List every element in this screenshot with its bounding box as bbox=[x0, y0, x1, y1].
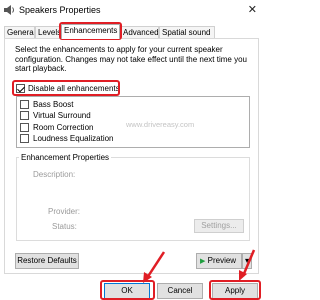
watermark: www.drivereasy.com bbox=[126, 120, 195, 129]
preview-button[interactable]: ▶ Preview bbox=[196, 253, 242, 269]
status-label: Status: bbox=[52, 222, 77, 231]
preview-dropdown-button[interactable]: ▾ bbox=[242, 253, 252, 269]
close-icon[interactable]: ✕ bbox=[248, 3, 257, 16]
cancel-button[interactable]: Cancel bbox=[157, 283, 203, 299]
list-item[interactable]: Bass Boost bbox=[33, 100, 73, 109]
preview-label: Preview bbox=[207, 256, 237, 265]
tab-enhancements[interactable]: Enhancements bbox=[61, 24, 120, 39]
bass-boost-checkbox[interactable] bbox=[20, 100, 29, 109]
disable-all-checkbox[interactable] bbox=[16, 84, 25, 93]
tab-general[interactable]: General bbox=[4, 26, 35, 38]
loudness-equalization-checkbox[interactable] bbox=[20, 134, 29, 143]
room-correction-checkbox[interactable] bbox=[20, 123, 29, 132]
restore-defaults-button[interactable]: Restore Defaults bbox=[15, 253, 79, 269]
list-item[interactable]: Virtual Surround bbox=[33, 111, 91, 120]
list-item[interactable]: Loudness Equalization bbox=[33, 134, 114, 143]
play-icon: ▶ bbox=[200, 258, 206, 265]
description-label: Description: bbox=[33, 170, 76, 179]
disable-all-label[interactable]: Disable all enhancements bbox=[28, 84, 120, 93]
enhancements-description: Select the enhancements to apply for you… bbox=[15, 45, 247, 73]
virtual-surround-checkbox[interactable] bbox=[20, 111, 29, 120]
ok-button[interactable]: OK bbox=[104, 283, 150, 299]
settings-button[interactable]: Settings... bbox=[194, 219, 244, 233]
tab-spatial-sound[interactable]: Spatial sound bbox=[159, 26, 215, 38]
tab-levels[interactable]: Levels bbox=[35, 26, 61, 38]
apply-button[interactable]: Apply bbox=[212, 283, 258, 299]
enhancement-properties-title: Enhancement Properties bbox=[19, 153, 112, 162]
tab-advanced[interactable]: Advanced bbox=[120, 26, 159, 38]
window-title: Speakers Properties bbox=[19, 5, 101, 15]
title-bar: Speakers Properties ✕ bbox=[0, 0, 263, 20]
chevron-down-icon: ▾ bbox=[244, 256, 249, 265]
speaker-icon bbox=[4, 5, 14, 15]
provider-label: Provider: bbox=[48, 207, 81, 216]
list-item[interactable]: Room Correction bbox=[33, 123, 93, 132]
